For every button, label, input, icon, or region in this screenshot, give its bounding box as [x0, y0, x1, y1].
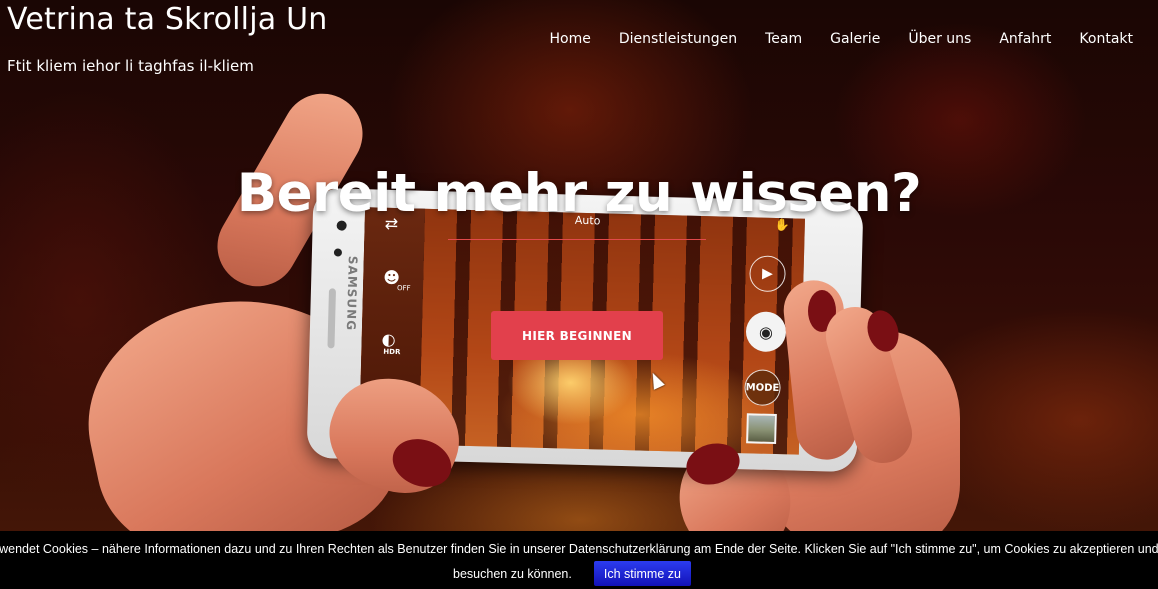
video-record-icon: ▶ [749, 255, 786, 293]
hdr-label: HDR [383, 347, 401, 357]
cookie-message-line2: besuchen zu können. [453, 566, 572, 581]
phone-speaker [327, 288, 337, 349]
mode-button: MODE [744, 369, 782, 407]
nav-kontakt[interactable]: Kontakt [1079, 31, 1133, 47]
nav-home[interactable]: Home [550, 31, 591, 47]
site-tagline: Ftit kliem iehor li taghfas il-kliem [7, 57, 254, 75]
nav-ueber-uns[interactable]: Über uns [908, 31, 971, 47]
hero-background: SAMSUNG ⇄ ☻ OFF ◐ HDR ⚙ Auto ✋ ▶ ◉ MODE [0, 0, 1158, 589]
nav-galerie[interactable]: Galerie [830, 31, 880, 47]
start-here-button[interactable]: HIER BEGINNEN [491, 311, 663, 360]
accept-cookies-button[interactable]: Ich stimme zu [593, 561, 691, 586]
hero-divider [448, 239, 706, 240]
cookie-message-line2-row: besuchen zu können. Ich stimme zu [0, 561, 1158, 586]
gallery-thumbnail [746, 413, 777, 445]
cookie-message: erwendet Cookies – nähere Informationen … [0, 542, 1158, 556]
nav-team[interactable]: Team [765, 31, 802, 47]
nav-anfahrt[interactable]: Anfahrt [999, 31, 1051, 47]
site-title[interactable]: Vetrina ta Skrollja Un [7, 2, 327, 37]
hero-heading: Bereit mehr zu wissen? [236, 163, 922, 224]
selfie-off-label: OFF [396, 284, 411, 293]
hdr-icon: ◐ [381, 329, 396, 350]
phone-brand: SAMSUNG [343, 255, 360, 332]
phone-sensor [333, 248, 343, 257]
nav-dienstleistungen[interactable]: Dienstleistungen [619, 31, 737, 47]
shutter-camera-icon: ◉ [745, 311, 787, 353]
cookie-consent-bar: erwendet Cookies – nähere Informationen … [0, 531, 1158, 589]
main-navigation: Home Dienstleistungen Team Galerie Über … [522, 31, 1133, 47]
